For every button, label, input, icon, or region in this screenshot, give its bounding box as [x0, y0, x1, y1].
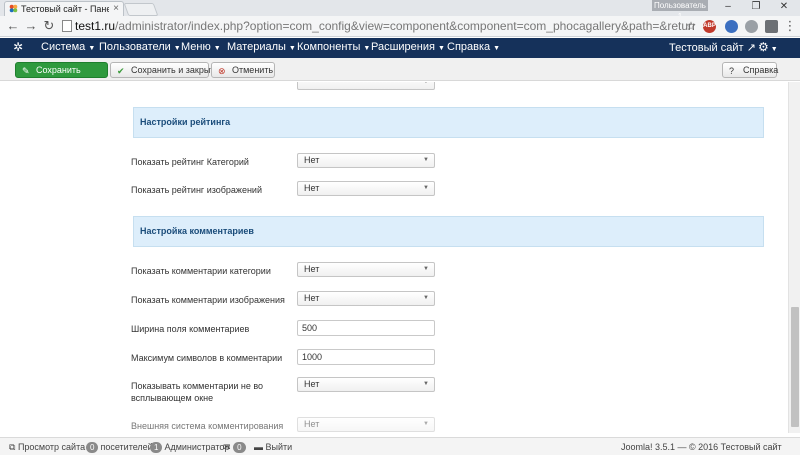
joomla-logo-icon[interactable]: ✲ [13, 41, 26, 54]
admin-navbar: ✲ Система ▼ Пользователи ▼ Меню ▼ Материалы… [0, 38, 800, 58]
chevron-down-icon: ▼ [423, 266, 429, 272]
reload-icon[interactable]: ↻ [42, 19, 56, 33]
chrome-user-badge[interactable]: Пользователь 1 [652, 0, 708, 21]
chevron-down-icon: ▼ [423, 421, 429, 427]
version-text: Joomla! 3.5.1 — © 2016 Тестовый сайт [621, 442, 782, 452]
menu-users[interactable]: Пользователи ▼ [99, 41, 181, 53]
caret-down-icon: ▼ [213, 45, 221, 52]
external-comments-select[interactable]: Нет ▼ [297, 417, 435, 432]
page-info-icon[interactable] [62, 20, 72, 32]
cube-icon[interactable] [765, 20, 778, 33]
minus-icon: ▬ [254, 442, 263, 452]
back-icon[interactable]: ← [6, 19, 20, 33]
save-and-close-button[interactable]: ✔ Сохранить и закрыть [110, 62, 219, 78]
menu-components[interactable]: Компоненты ▼ [297, 41, 370, 53]
section-title: Настройки рейтинга [140, 117, 231, 127]
menu-help[interactable]: Справка ▼ [447, 41, 500, 53]
chevron-down-icon: ▼ [423, 295, 429, 301]
rating-categories-select[interactable]: Нет ▼ [297, 153, 435, 168]
browser-tab-strip: Тестовый сайт - Панель × Пользователь 1 … [0, 0, 800, 21]
external-comments-label: Внешняя система комментирования [131, 421, 284, 431]
bookmark-star-icon[interactable]: ☆ [684, 19, 698, 33]
rating-categories-label: Показать рейтинг Категорий [131, 157, 249, 167]
url-field[interactable]: test1.ru/administrator/index.php?option=… [59, 18, 699, 35]
visitors-counter: 0 посетителей [86, 442, 153, 453]
cancel-circle-icon: ⊗ [218, 66, 226, 76]
comments-nonpopup-select[interactable]: Нет ▼ [297, 377, 435, 392]
comments-image-label: Показать комментарии изображения [131, 295, 285, 305]
comments-section-header: Настройка комментариев [133, 216, 764, 247]
page-scrollbar[interactable] [788, 82, 800, 433]
section-title: Настройка комментариев [140, 226, 254, 236]
url-path: /administrator/index.php?option=com_conf… [115, 19, 695, 33]
external-link-icon: ↗ [746, 42, 756, 54]
site-link[interactable]: Тестовый сайт ↗ [669, 41, 756, 54]
caret-down-icon: ▼ [493, 45, 501, 52]
action-toolbar: ✎ Сохранить ✔ Сохранить и закрыть ⊗ Отменит… [0, 58, 800, 81]
address-bar-row: ← → ↻ test1.ru/administrator/index.php?o… [0, 16, 800, 37]
menu-menus[interactable]: Меню ▼ [181, 41, 221, 53]
comment-width-label: Ширина поля комментариев [131, 324, 250, 334]
comments-nonpopup-label: Показывать комментарии не во всплывающем… [131, 381, 264, 403]
caret-down-icon: ▼ [363, 45, 371, 52]
settings-gear-icon[interactable]: ⚙ ▼ [758, 40, 778, 54]
cancel-button[interactable]: ⊗ Отменить [211, 62, 275, 78]
rating-images-label: Показать рейтинг изображений [131, 185, 262, 195]
comment-max-input[interactable]: 1000 [297, 349, 435, 365]
logout-link[interactable]: ▬ Выйти [254, 442, 292, 452]
comments-category-select[interactable]: Нет ▼ [297, 262, 435, 277]
chrome-menu-icon[interactable]: ⋮ [783, 19, 797, 33]
chevron-down-icon: ▼ [423, 157, 429, 163]
rating-images-select[interactable]: Нет ▼ [297, 181, 435, 196]
adblock-icon[interactable]: ABP [703, 20, 716, 33]
help-button[interactable]: ? Справка [722, 62, 778, 78]
maximize-icon[interactable]: ❐ [746, 1, 766, 13]
tab-close-icon[interactable]: × [113, 3, 119, 14]
save-button[interactable]: ✎ Сохранить [15, 62, 108, 78]
comments-image-select[interactable]: Нет ▼ [297, 291, 435, 306]
compass-icon[interactable] [745, 20, 758, 33]
caret-down-icon: ▼ [173, 45, 181, 52]
browser-tab[interactable]: Тестовый сайт - Панель × [4, 1, 124, 16]
rating-section-header: Настройки рейтинга [133, 107, 764, 138]
admins-counter: 1 Администратор [150, 442, 229, 453]
comment-width-input[interactable]: 500 [297, 320, 435, 336]
external-link-icon: ⧉ [9, 442, 16, 452]
messages-counter[interactable]: ✉ 0 [223, 442, 248, 453]
comments-category-label: Показать комментарии категории [131, 266, 271, 276]
new-tab-button[interactable] [123, 3, 159, 16]
sync-icon[interactable] [725, 20, 738, 33]
config-form: ▼ Настройки рейтинга Показать рейтинг Ка… [0, 82, 788, 433]
edit-icon: ✎ [22, 66, 30, 76]
previous-setting-select[interactable]: ▼ [297, 82, 435, 90]
scrollbar-thumb[interactable] [791, 307, 799, 427]
joomla-favicon-icon [9, 4, 18, 13]
window-close-icon[interactable]: ✕ [774, 1, 794, 13]
menu-content[interactable]: Материалы ▼ [227, 41, 296, 53]
caret-down-icon: ▼ [88, 45, 96, 52]
tab-title: Тестовый сайт - Панель [21, 4, 109, 14]
view-site-link[interactable]: ⧉ Просмотр сайта [9, 442, 85, 453]
caret-down-icon: ▼ [437, 45, 445, 52]
minimize-icon[interactable]: – [718, 1, 738, 13]
forward-icon[interactable]: → [24, 19, 38, 33]
comment-max-label: Максимум символов в комментарии [131, 353, 283, 363]
status-bar: ⧉ Просмотр сайта 0 посетителей 1 Администр… [0, 437, 800, 455]
menu-system[interactable]: Система ▼ [41, 41, 95, 53]
chevron-down-icon: ▼ [423, 185, 429, 191]
caret-down-icon: ▼ [288, 45, 296, 52]
check-icon: ✔ [117, 66, 125, 76]
menu-extensions[interactable]: Расширения ▼ [371, 41, 445, 53]
question-circle-icon: ? [729, 66, 735, 76]
envelope-icon: ✉ [223, 442, 231, 452]
url-host: test1.ru [75, 19, 116, 33]
chevron-down-icon: ▼ [423, 381, 429, 387]
